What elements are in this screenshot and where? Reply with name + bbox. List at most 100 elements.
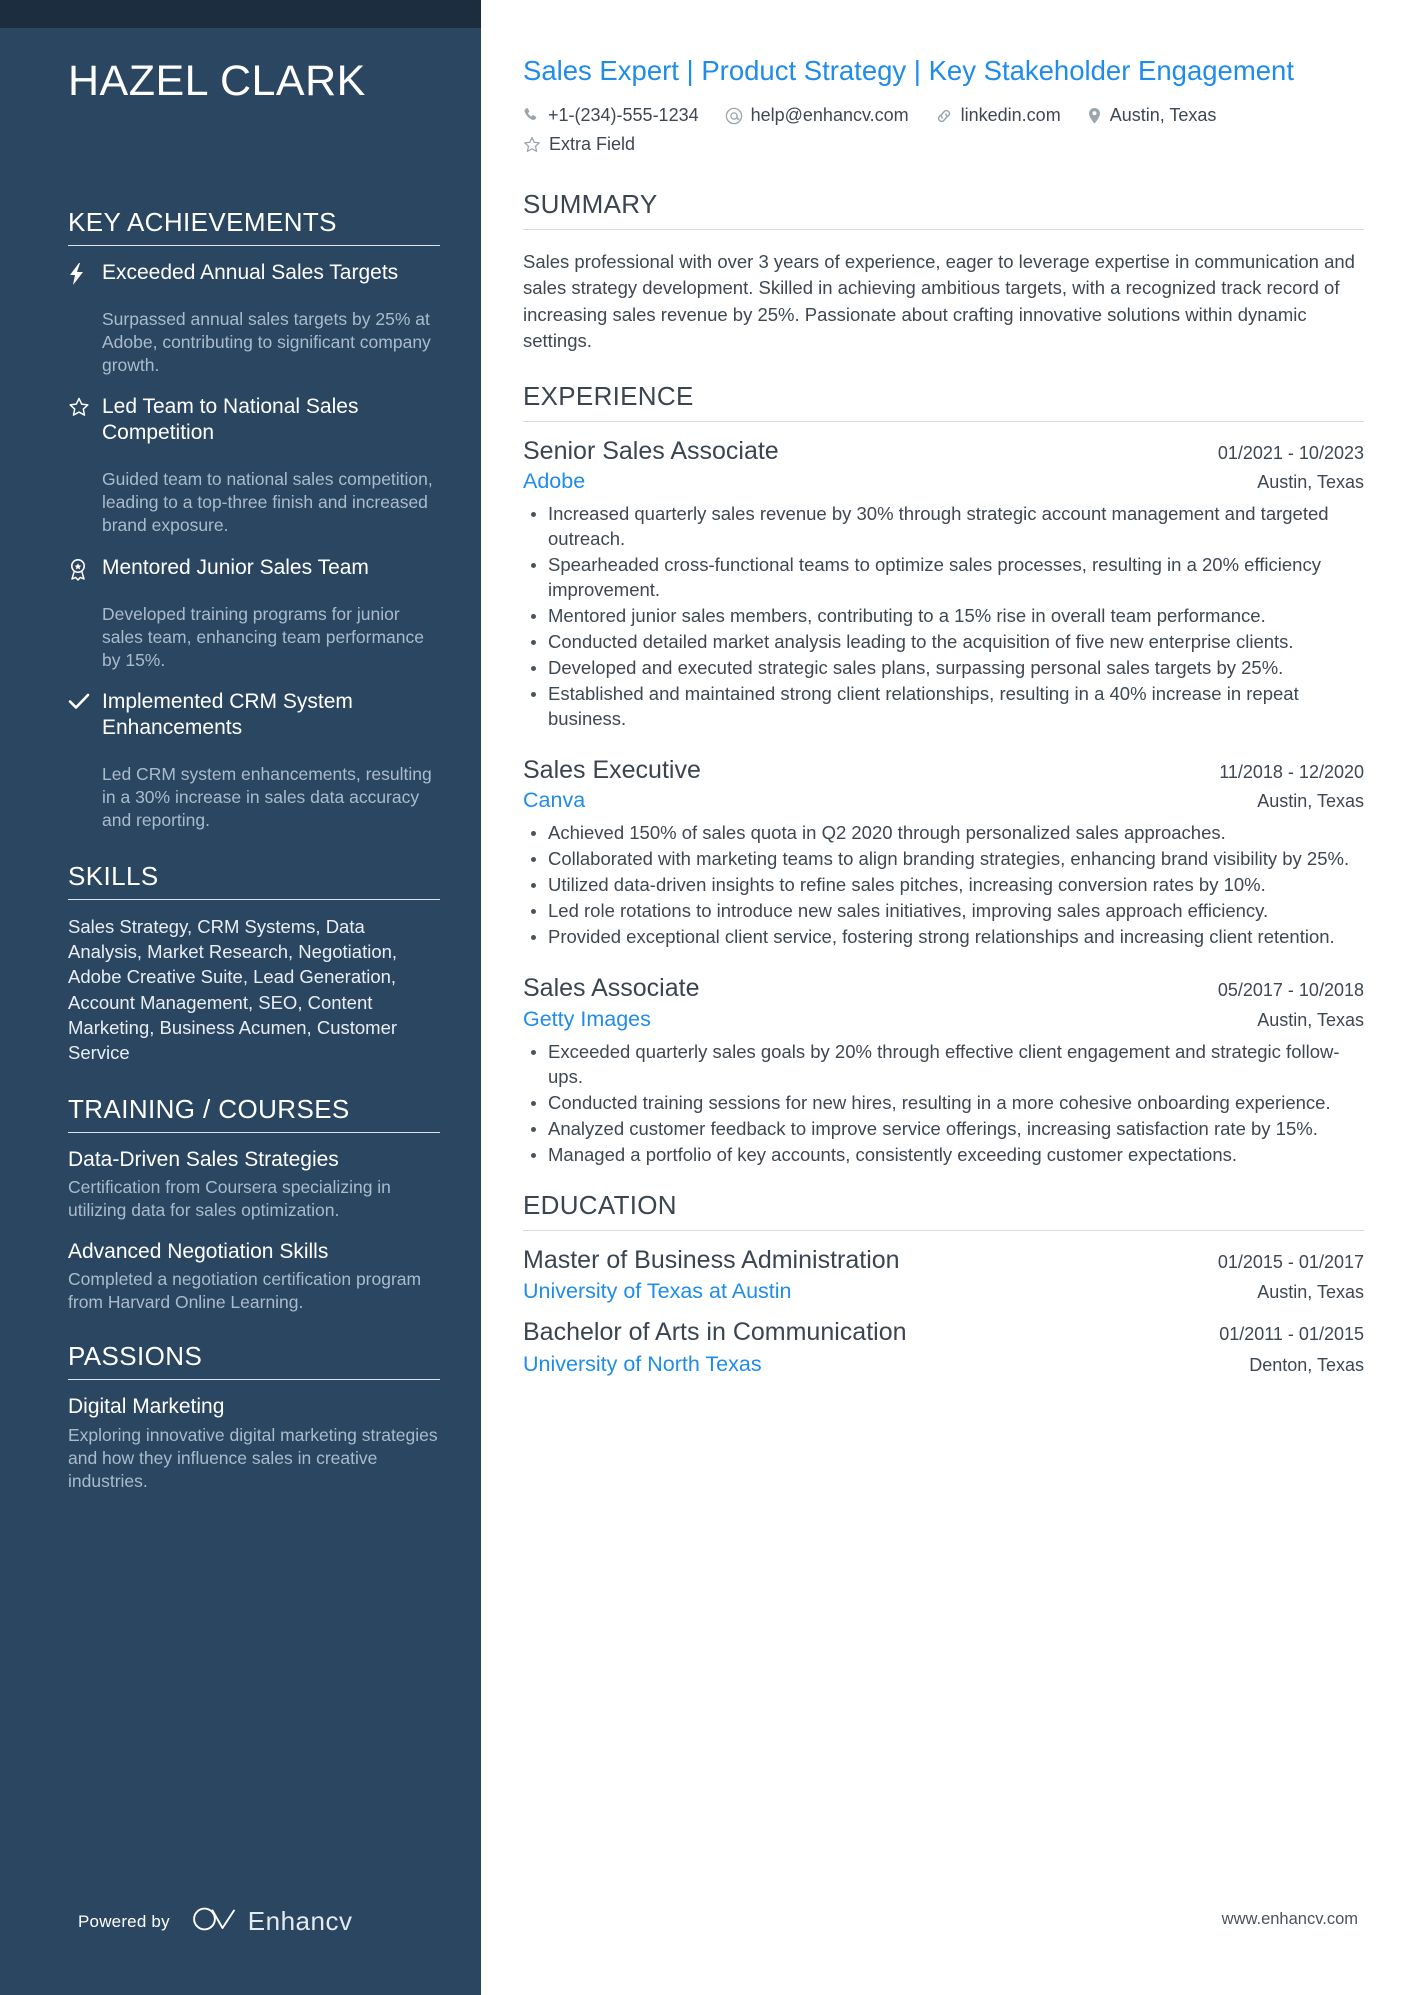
achievement-item: Implemented CRM System Enhancements (68, 689, 439, 746)
experience-item: Senior Sales Associate 01/2021 - 10/2023… (523, 435, 1364, 732)
section-experience: EXPERIENCE Senior Sales Associate 01/202… (523, 381, 1364, 1168)
experience-heading: EXPERIENCE (523, 380, 694, 411)
resume-page: HAZEL CLARK KEY ACHIEVEMENTS Exceeded An… (0, 0, 1410, 1995)
summary-text: Sales professional with over 3 years of … (523, 250, 1355, 352)
achievement-title: Mentored Junior Sales Team (102, 555, 369, 579)
lightning-bolt-icon (68, 260, 102, 285)
sidebar-top-strip (0, 0, 481, 28)
contact-email-text: help@enhancv.com (750, 105, 909, 126)
section-skills: SKILLS Sales Strategy, CRM Systems, Data… (68, 861, 440, 1065)
site-url: www.enhancv.com (1221, 1910, 1358, 1928)
job-dates: 11/2018 - 12/2020 (1219, 761, 1364, 782)
email-at-icon (725, 107, 743, 125)
summary-heading: SUMMARY (523, 189, 658, 220)
sidebar: HAZEL CLARK KEY ACHIEVEMENTS Exceeded An… (0, 0, 481, 1995)
section-summary: SUMMARY Sales professional with over 3 y… (523, 189, 1364, 354)
achievement-description: Guided team to national sales competitio… (102, 469, 433, 536)
contact-location-text: Austin, Texas (1109, 105, 1217, 126)
link-icon (935, 107, 953, 125)
course-title: Advanced Negotiation Skills (68, 1239, 329, 1263)
achievement-item: Led Team to National Sales Competition (68, 394, 439, 451)
degree-dates: 01/2011 - 01/2015 (1219, 1324, 1364, 1345)
course-item: Advanced Negotiation Skills Completed a … (68, 1239, 439, 1315)
skills-list: Sales Strategy, CRM Systems, Data Analys… (68, 916, 398, 1063)
degree-dates: 01/2015 - 01/2017 (1217, 1251, 1364, 1272)
job-company[interactable]: Adobe (523, 467, 585, 496)
passion-item: Digital Marketing Exploring innovative d… (68, 1394, 439, 1493)
job-bullet: Spearheaded cross-functional teams to op… (523, 553, 1364, 603)
degree-title: Bachelor of Arts in Communication (523, 1318, 907, 1347)
job-bullets: Increased quarterly sales revenue by 30%… (523, 502, 1364, 732)
achievement-description: Developed training programs for junior s… (102, 603, 424, 670)
job-bullet: Mentored junior sales members, contribut… (523, 604, 1364, 629)
job-bullet: Utilized data-driven insights to refine … (523, 873, 1364, 898)
job-title: Sales Associate (523, 974, 700, 1003)
professional-headline: Sales Expert | Product Strategy | Key St… (523, 55, 1294, 86)
degree-title: Master of Business Administration (523, 1245, 900, 1274)
achievement-description: Surpassed annual sales targets by 25% at… (102, 308, 431, 376)
contact-linkedin-text: linkedin.com (960, 105, 1061, 126)
job-location: Austin, Texas (1257, 791, 1364, 812)
job-dates: 01/2021 - 10/2023 (1217, 442, 1364, 463)
job-dates: 05/2017 - 10/2018 (1217, 980, 1364, 1001)
achievement-title: Led Team to National Sales Competition (102, 395, 359, 445)
job-company[interactable]: Getty Images (523, 1005, 651, 1034)
school-location: Austin, Texas (1257, 1282, 1364, 1303)
job-bullet: Managed a portfolio of key accounts, con… (523, 1143, 1364, 1168)
job-bullet: Analyzed customer feedback to improve se… (523, 1117, 1364, 1142)
powered-by-footer: Powered by Enhancv (78, 1906, 352, 1937)
course-description: Completed a negotiation certification pr… (68, 1268, 422, 1313)
experience-item: Sales Associate 05/2017 - 10/2018 Getty … (523, 972, 1364, 1167)
job-location: Austin, Texas (1257, 1009, 1364, 1030)
job-bullet: Conducted detailed market analysis leadi… (523, 630, 1364, 655)
candidate-name: HAZEL CLARK (68, 57, 366, 105)
job-company[interactable]: Canva (523, 786, 585, 815)
job-location: Austin, Texas (1257, 472, 1364, 493)
job-bullets: Exceeded quarterly sales goals by 20% th… (523, 1040, 1364, 1168)
job-bullet: Collaborated with marketing teams to ali… (523, 847, 1364, 872)
job-bullet: Achieved 150% of sales quota in Q2 2020 … (523, 821, 1364, 846)
section-divider (68, 899, 440, 901)
main-content: Sales Expert | Product Strategy | Key St… (481, 0, 1410, 1995)
education-heading: EDUCATION (523, 1189, 677, 1220)
section-training-courses: TRAINING / COURSES Data-Driven Sales Str… (68, 1094, 440, 1315)
section-divider (68, 1379, 440, 1381)
powered-by-label: Powered by (78, 1911, 170, 1931)
job-title: Sales Executive (523, 755, 701, 784)
training-heading: TRAINING / COURSES (68, 1094, 350, 1125)
school-name[interactable]: University of Texas at Austin (523, 1276, 791, 1306)
job-bullet: Provided exceptional client service, fos… (523, 925, 1364, 950)
contact-email[interactable]: help@enhancv.com (725, 105, 909, 127)
section-education: EDUCATION Master of Business Administrat… (523, 1190, 1364, 1379)
achievement-title: Implemented CRM System Enhancements (102, 689, 353, 739)
school-name[interactable]: University of North Texas (523, 1349, 762, 1379)
job-bullet: Increased quarterly sales revenue by 30%… (523, 502, 1364, 552)
checkmark-icon (68, 689, 102, 710)
experience-item: Sales Executive 11/2018 - 12/2020 Canva … (523, 754, 1364, 950)
contact-extra-field[interactable]: Extra Field (523, 134, 1364, 156)
contact-location[interactable]: Austin, Texas (1087, 105, 1217, 127)
enhancv-mark-icon (192, 1906, 238, 1937)
location-pin-icon (1087, 107, 1102, 125)
section-divider (68, 1131, 440, 1133)
job-bullet: Established and maintained strong client… (523, 682, 1364, 732)
enhancv-logo: Enhancv (192, 1906, 353, 1937)
award-ribbon-icon (68, 555, 102, 581)
section-passions: PASSIONS Digital Marketing Exploring inn… (68, 1342, 440, 1493)
enhancv-wordmark: Enhancv (247, 1906, 353, 1936)
section-divider (523, 1229, 1364, 1231)
achievement-description: Led CRM system enhancements, resulting i… (102, 763, 432, 831)
job-bullet: Exceeded quarterly sales goals by 20% th… (523, 1040, 1364, 1090)
job-bullet: Conducted training sessions for new hire… (523, 1091, 1364, 1116)
education-item: Master of Business Administration 01/201… (523, 1244, 1364, 1307)
school-location: Denton, Texas (1249, 1354, 1364, 1375)
contact-row: +1-(234)-555-1234 help@enhancv.com linke… (523, 105, 1364, 155)
section-key-achievements: KEY ACHIEVEMENTS Exceeded Annual Sales T… (68, 207, 440, 832)
course-title: Data-Driven Sales Strategies (68, 1147, 339, 1171)
achievement-item: Exceeded Annual Sales Targets (68, 260, 439, 291)
star-outline-icon (68, 394, 102, 418)
contact-linkedin[interactable]: linkedin.com (935, 105, 1061, 127)
star-outline-icon (523, 136, 541, 154)
contact-phone[interactable]: +1-(234)-555-1234 (523, 105, 699, 127)
job-bullet: Developed and executed strategic sales p… (523, 656, 1364, 681)
